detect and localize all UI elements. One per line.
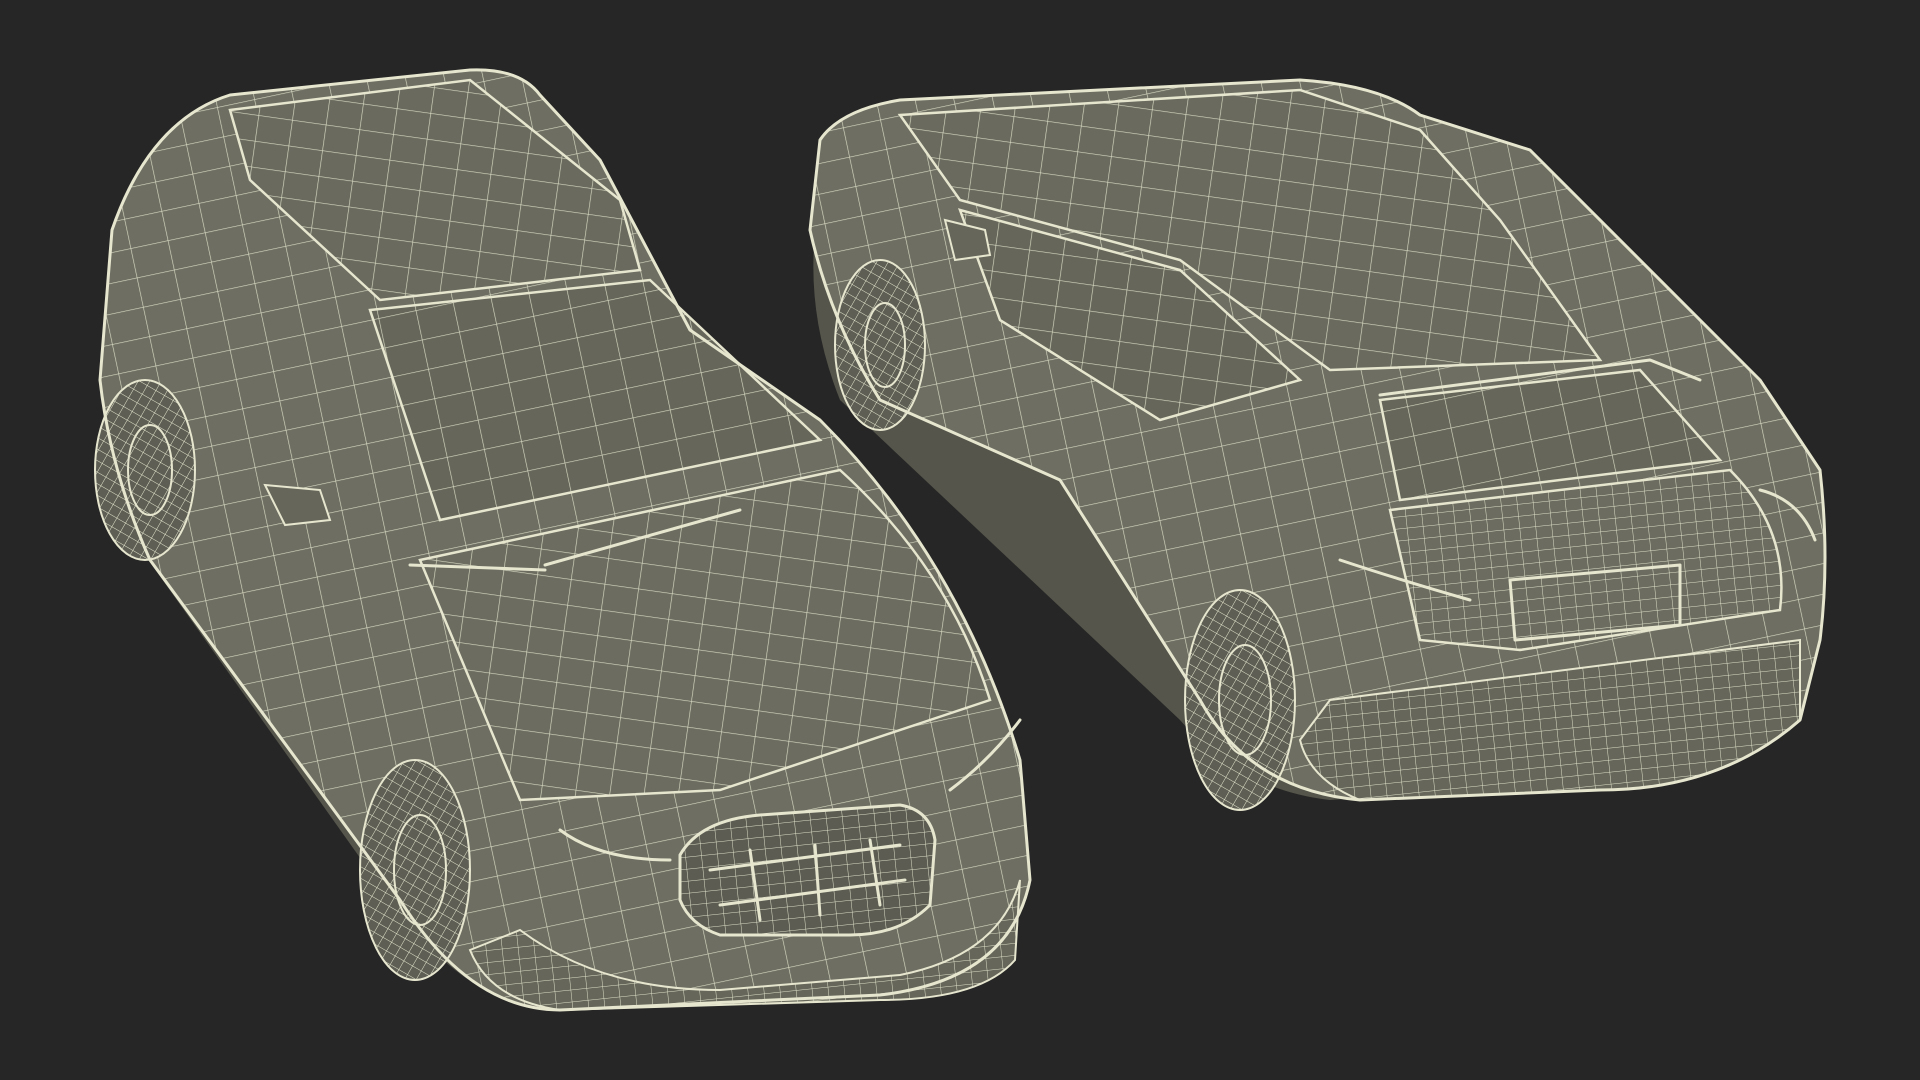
render-viewport <box>0 0 1920 1080</box>
car-front-wheel-rear <box>94 379 196 561</box>
render-canvas <box>94 68 1827 1012</box>
